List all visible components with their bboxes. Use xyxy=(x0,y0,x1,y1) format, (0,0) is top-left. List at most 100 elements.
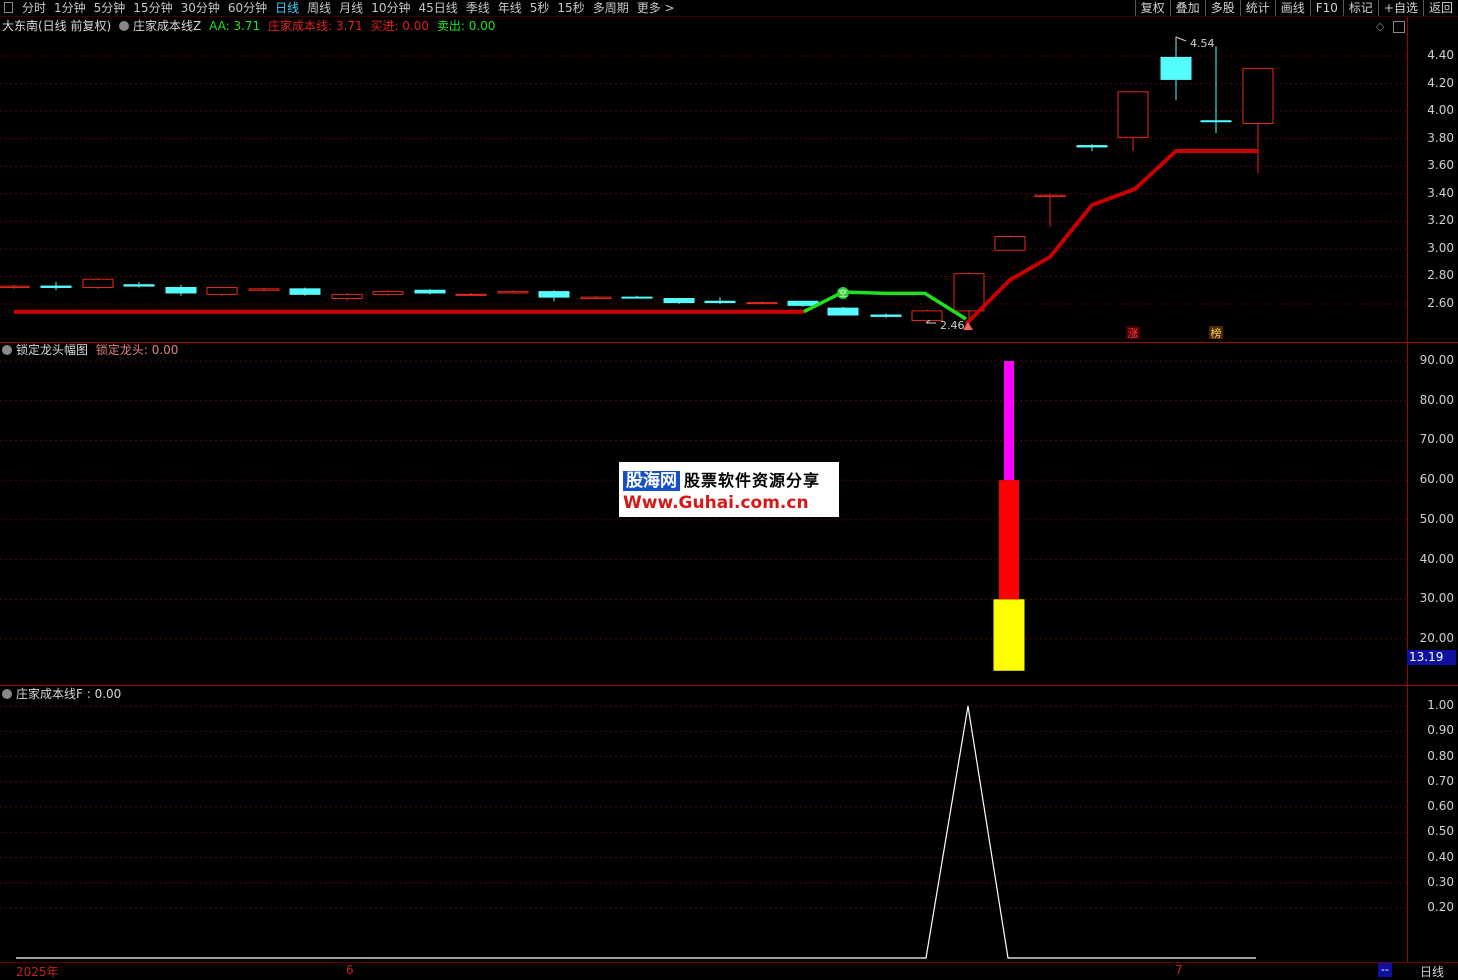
candle-body xyxy=(663,297,695,304)
toolbar-button[interactable]: F10 xyxy=(1309,0,1343,16)
toolbar-button[interactable]: +自选 xyxy=(1377,0,1423,16)
candle-body xyxy=(0,285,30,288)
candle-body xyxy=(206,286,238,295)
y-tick-label: 3.60 xyxy=(1427,158,1454,173)
y-tick-label: 40.00 xyxy=(1419,551,1454,566)
candle-body xyxy=(994,235,1026,251)
y-tick-label: 1.00 xyxy=(1427,698,1454,712)
candle-body xyxy=(497,291,529,294)
lock-leader-bar xyxy=(999,480,1019,600)
candle-body xyxy=(1117,91,1149,138)
toolbar-button[interactable]: 画线 xyxy=(1274,0,1310,16)
candle-body xyxy=(911,310,943,322)
watermark-url: Www.Guhai.com.cn xyxy=(623,493,809,513)
candle-body xyxy=(1200,120,1232,123)
period-tab[interactable]: 5秒 xyxy=(526,0,554,16)
price-axis: 4.40 4.20 4.00 3.80 3.60 3.40 3.20 3.00 2.80 2.60 xyxy=(1407,17,1458,342)
period-tab[interactable]: 分时 xyxy=(18,0,50,16)
watermark-logo: 股海网 股票软件资源分享 Www.Guhai.com.cn xyxy=(619,462,839,517)
toolbar-button[interactable]: 统计 xyxy=(1239,0,1275,16)
period-tab[interactable]: 5分钟 xyxy=(90,0,130,16)
y-tick-label: 3.00 xyxy=(1427,240,1454,255)
period-tab[interactable]: 45日线 xyxy=(414,0,461,16)
period-tab[interactable]: 15分钟 xyxy=(129,0,176,16)
zhang-marker: 涨 xyxy=(1128,327,1139,340)
toolbar-button[interactable]: 复权 xyxy=(1134,0,1170,16)
date-label-june: 6 xyxy=(346,963,354,977)
period-tab[interactable]: 10分钟 xyxy=(367,0,414,16)
candle-body xyxy=(414,289,446,294)
y-tick-label: 0.30 xyxy=(1427,874,1454,889)
menu-icon[interactable] xyxy=(4,2,13,13)
candle-body xyxy=(40,285,72,288)
kline-chart: 空 4.54 2.46 涨 榜 xyxy=(0,36,1406,340)
candle-body xyxy=(1160,56,1192,80)
y-tick-label: 0.50 xyxy=(1427,824,1454,839)
period-tab[interactable]: 60分钟 xyxy=(224,0,271,16)
candle-body xyxy=(787,300,819,306)
candle-body xyxy=(289,288,321,295)
toolbar-button[interactable]: 标记 xyxy=(1342,0,1378,16)
period-tab[interactable]: 年线 xyxy=(494,0,526,16)
period-tab[interactable]: 1分钟 xyxy=(50,0,90,16)
y-tick-label: 80.00 xyxy=(1419,392,1454,407)
period-tab[interactable]: 30分钟 xyxy=(177,0,224,16)
y-tick-label: 4.40 xyxy=(1427,48,1454,62)
watermark-subtitle: 股票软件资源分享 xyxy=(684,471,821,490)
candle-body xyxy=(621,296,653,299)
candle-body xyxy=(827,307,859,316)
period-tab[interactable]: 日线 xyxy=(271,0,303,16)
period-tab[interactable]: 更多 > xyxy=(633,0,679,16)
cost-f-chart xyxy=(0,705,1406,959)
kong-marker: 空 xyxy=(839,288,847,298)
candle-body xyxy=(746,302,778,305)
period-tabs: 分时 1分钟 5分钟 15分钟 30分钟 60分钟 日线 周线 月线 10分钟 45日线 季线 年线 5秒… xyxy=(18,0,679,16)
candle-body xyxy=(538,291,570,298)
toolbar-button[interactable]: 返回 xyxy=(1422,0,1458,16)
period-tab[interactable]: 15秒 xyxy=(553,0,588,16)
lock-leader-bar xyxy=(993,599,1025,671)
date-dash-badge[interactable]: -- xyxy=(1378,963,1392,977)
bottom-axis: 1.00 0.90 0.80 0.70 0.60 0.50 0.40 0.30 0.20 xyxy=(1407,686,1458,963)
candle-body xyxy=(870,314,902,317)
y-tick-label: 60.00 xyxy=(1419,472,1454,487)
period-tab[interactable]: 季线 xyxy=(462,0,494,16)
candle-body xyxy=(165,286,197,294)
toolbar-button[interactable]: 多股 xyxy=(1204,0,1240,16)
y-tick-label: 30.00 xyxy=(1419,591,1454,606)
min-price-label: 2.46 xyxy=(940,319,965,332)
y-tick-label: 0.20 xyxy=(1427,900,1454,914)
date-label-year: 2025年 xyxy=(16,965,59,979)
toolbar-button[interactable]: 叠加 xyxy=(1169,0,1205,16)
period-tab[interactable]: 周线 xyxy=(303,0,335,16)
y-tick-label: 3.40 xyxy=(1427,185,1454,200)
candle-body xyxy=(580,296,612,299)
y-tick-label: 2.80 xyxy=(1427,268,1454,283)
y-tick-label: 4.00 xyxy=(1427,103,1454,118)
watermark-brand: 股海网 xyxy=(623,471,680,491)
period-tab[interactable]: 多周期 xyxy=(589,0,633,16)
y-tick-label: 0.60 xyxy=(1427,799,1454,813)
mid-axis: 90.00 80.00 70.00 60.00 50.00 40.00 30.00 20.00 xyxy=(1407,343,1458,685)
y-tick-label: 90.00 xyxy=(1419,353,1454,367)
toolbar-right-buttons: 复权 叠加 多股 统计 画线 F10 标记 +自选 返回 xyxy=(1134,0,1458,16)
buy-arrow-icon xyxy=(963,322,973,330)
candle-body xyxy=(704,300,736,304)
y-tick-label: 0.80 xyxy=(1427,748,1454,763)
period-label[interactable]: 日线 xyxy=(1420,963,1444,980)
y-tick-label: 0.70 xyxy=(1427,773,1454,788)
candle-body xyxy=(82,278,114,288)
bang-marker: 榜 xyxy=(1211,326,1222,340)
y-tick-label: 20.00 xyxy=(1419,631,1454,645)
candle-body xyxy=(1242,67,1274,125)
current-value-badge: 13.19 xyxy=(1407,650,1456,665)
period-tab[interactable]: 月线 xyxy=(335,0,367,16)
max-price-label: 4.54 xyxy=(1190,37,1215,50)
candle-body xyxy=(123,284,155,287)
y-tick-label: 3.80 xyxy=(1427,130,1454,145)
y-tick-label: 0.90 xyxy=(1427,723,1454,738)
y-tick-label: 3.20 xyxy=(1427,213,1454,228)
candle-body xyxy=(1076,145,1108,148)
period-toolbar: 分时 1分钟 5分钟 15分钟 30分钟 60分钟 日线 周线 月线 10分钟 45日线 季线 年线 5秒… xyxy=(0,0,1458,17)
date-axis-line xyxy=(0,962,1458,963)
